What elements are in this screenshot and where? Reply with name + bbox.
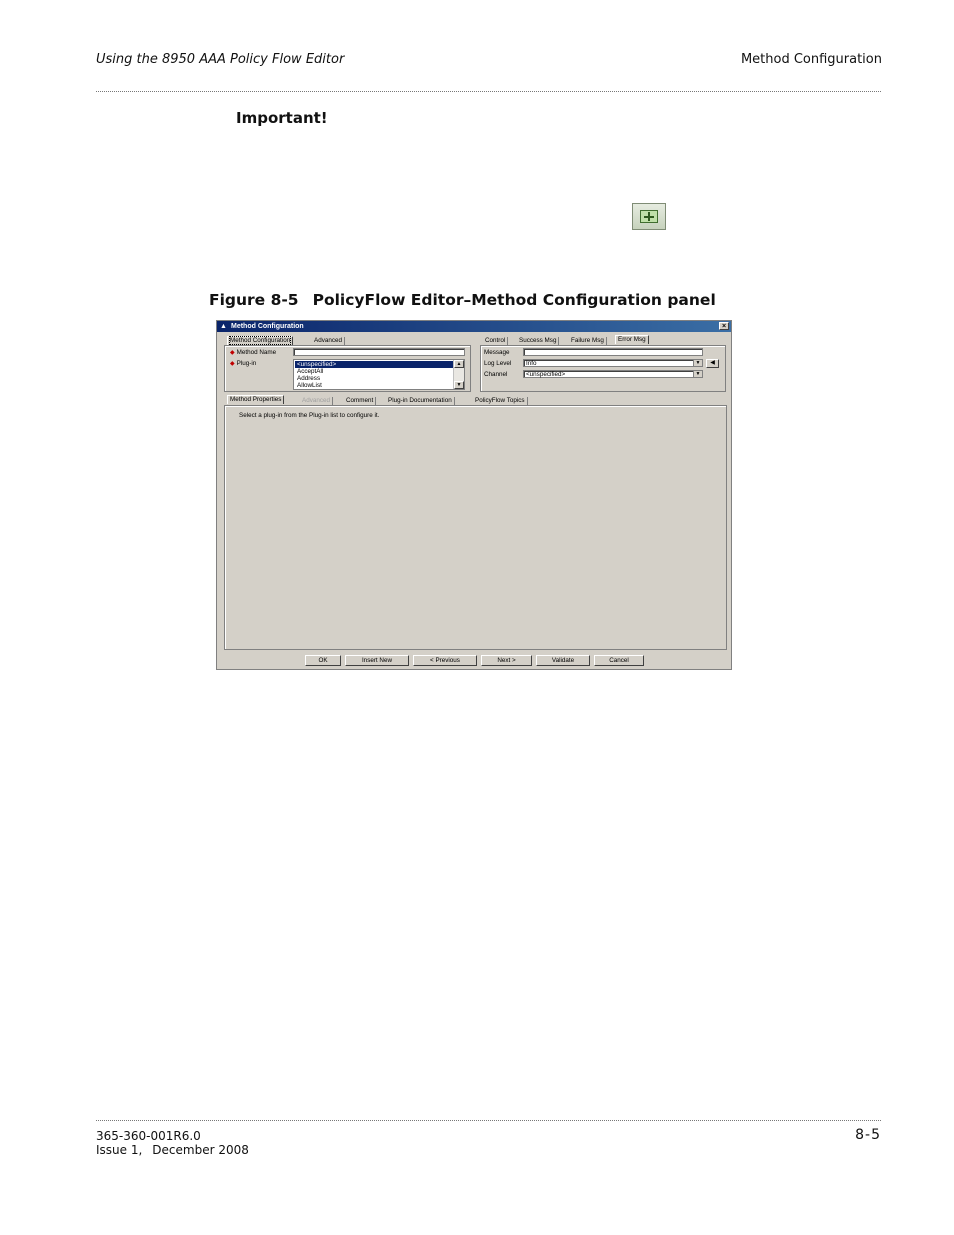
method-name-label: ◆ Method Name [230,349,277,356]
tab-advanced-disabled: Advanced [300,397,334,405]
chevron-down-icon: ▼ [693,371,702,377]
tab-comment[interactable]: Comment [344,397,377,405]
close-icon[interactable]: × [719,322,729,330]
tab-failure-msg[interactable]: Failure Msg [569,337,607,345]
message-field[interactable] [523,348,703,356]
tab-method-configuration[interactable]: Method Configuration [227,336,294,345]
validate-button[interactable]: Validate [536,655,590,666]
instruction-text: Select a plug-in from the Plug-in list t… [239,412,380,419]
message-label: Message [484,349,510,356]
page-number: 8-5 [855,1127,881,1143]
tab-plugin-documentation[interactable]: Plug-in Documentation [386,397,455,405]
figure-title: PolicyFlow Editor–Method Configuration p… [312,291,716,309]
issue-line: Issue 1, December 2008 [96,1143,249,1157]
scroll-down-icon[interactable]: ▼ [454,381,464,389]
plugin-list-item[interactable]: AcceptAll [295,368,323,375]
plugin-label: ◆ Plug-in [230,360,257,367]
plugin-list-item[interactable]: AllowList [295,382,322,389]
channel-select[interactable]: <unspecified> ▼ [523,370,703,378]
plugin-list[interactable]: <unspecified> AcceptAll Address AllowLis… [293,359,465,390]
running-header-title: Using the 8950 AAA Policy Flow Editor [96,52,345,67]
window-title: Method Configuration [231,323,304,330]
previous-button[interactable]: < Previous [413,655,477,666]
tab-policyflow-topics[interactable]: PolicyFlow Topics [473,397,528,405]
plugin-list-scrollbar[interactable]: ▲ ▼ [453,360,464,389]
app-icon: ▲ [220,323,227,330]
figure-number: Figure 8-5 [209,291,299,309]
footer-rule [96,1120,881,1121]
tab-advanced[interactable]: Advanced [312,337,346,345]
ok-button[interactable]: OK [305,655,341,666]
plugin-list-item[interactable]: <unspecified> [295,361,454,368]
cancel-button[interactable]: Cancel [594,655,644,666]
add-button-icon [632,203,666,230]
method-properties-panel [224,405,727,650]
figure-caption: Figure 8-5 PolicyFlow Editor–Method Confi… [209,291,716,309]
log-level-label: Log Level [484,360,512,367]
required-icon: ◆ [230,361,235,367]
insert-new-button[interactable]: Insert New [345,655,409,666]
doc-number: 365-360-001R6.0 [96,1129,201,1143]
method-name-field[interactable] [293,348,465,356]
plugin-list-item[interactable]: Address [295,375,320,382]
method-configuration-window: ▲ Method Configuration × Method Configur… [216,320,732,670]
header-rule [96,91,881,92]
tab-control[interactable]: Control [483,337,509,345]
chevron-down-icon: ▼ [693,360,702,366]
required-icon: ◆ [230,350,235,356]
tab-success-msg[interactable]: Success Msg [517,337,560,345]
window-titlebar: ▲ Method Configuration × [217,321,731,332]
log-level-select[interactable]: Info ▼ [523,359,703,367]
arrow-left-icon[interactable]: ◀ [706,359,719,368]
next-button[interactable]: Next > [481,655,532,666]
tab-error-msg[interactable]: Error Msg [615,335,649,344]
important-label: Important! [236,109,328,127]
channel-label: Channel [484,371,508,378]
running-header-section: Method Configuration [740,52,882,67]
tab-method-properties[interactable]: Method Properties [227,395,285,404]
scroll-up-icon[interactable]: ▲ [454,360,464,368]
